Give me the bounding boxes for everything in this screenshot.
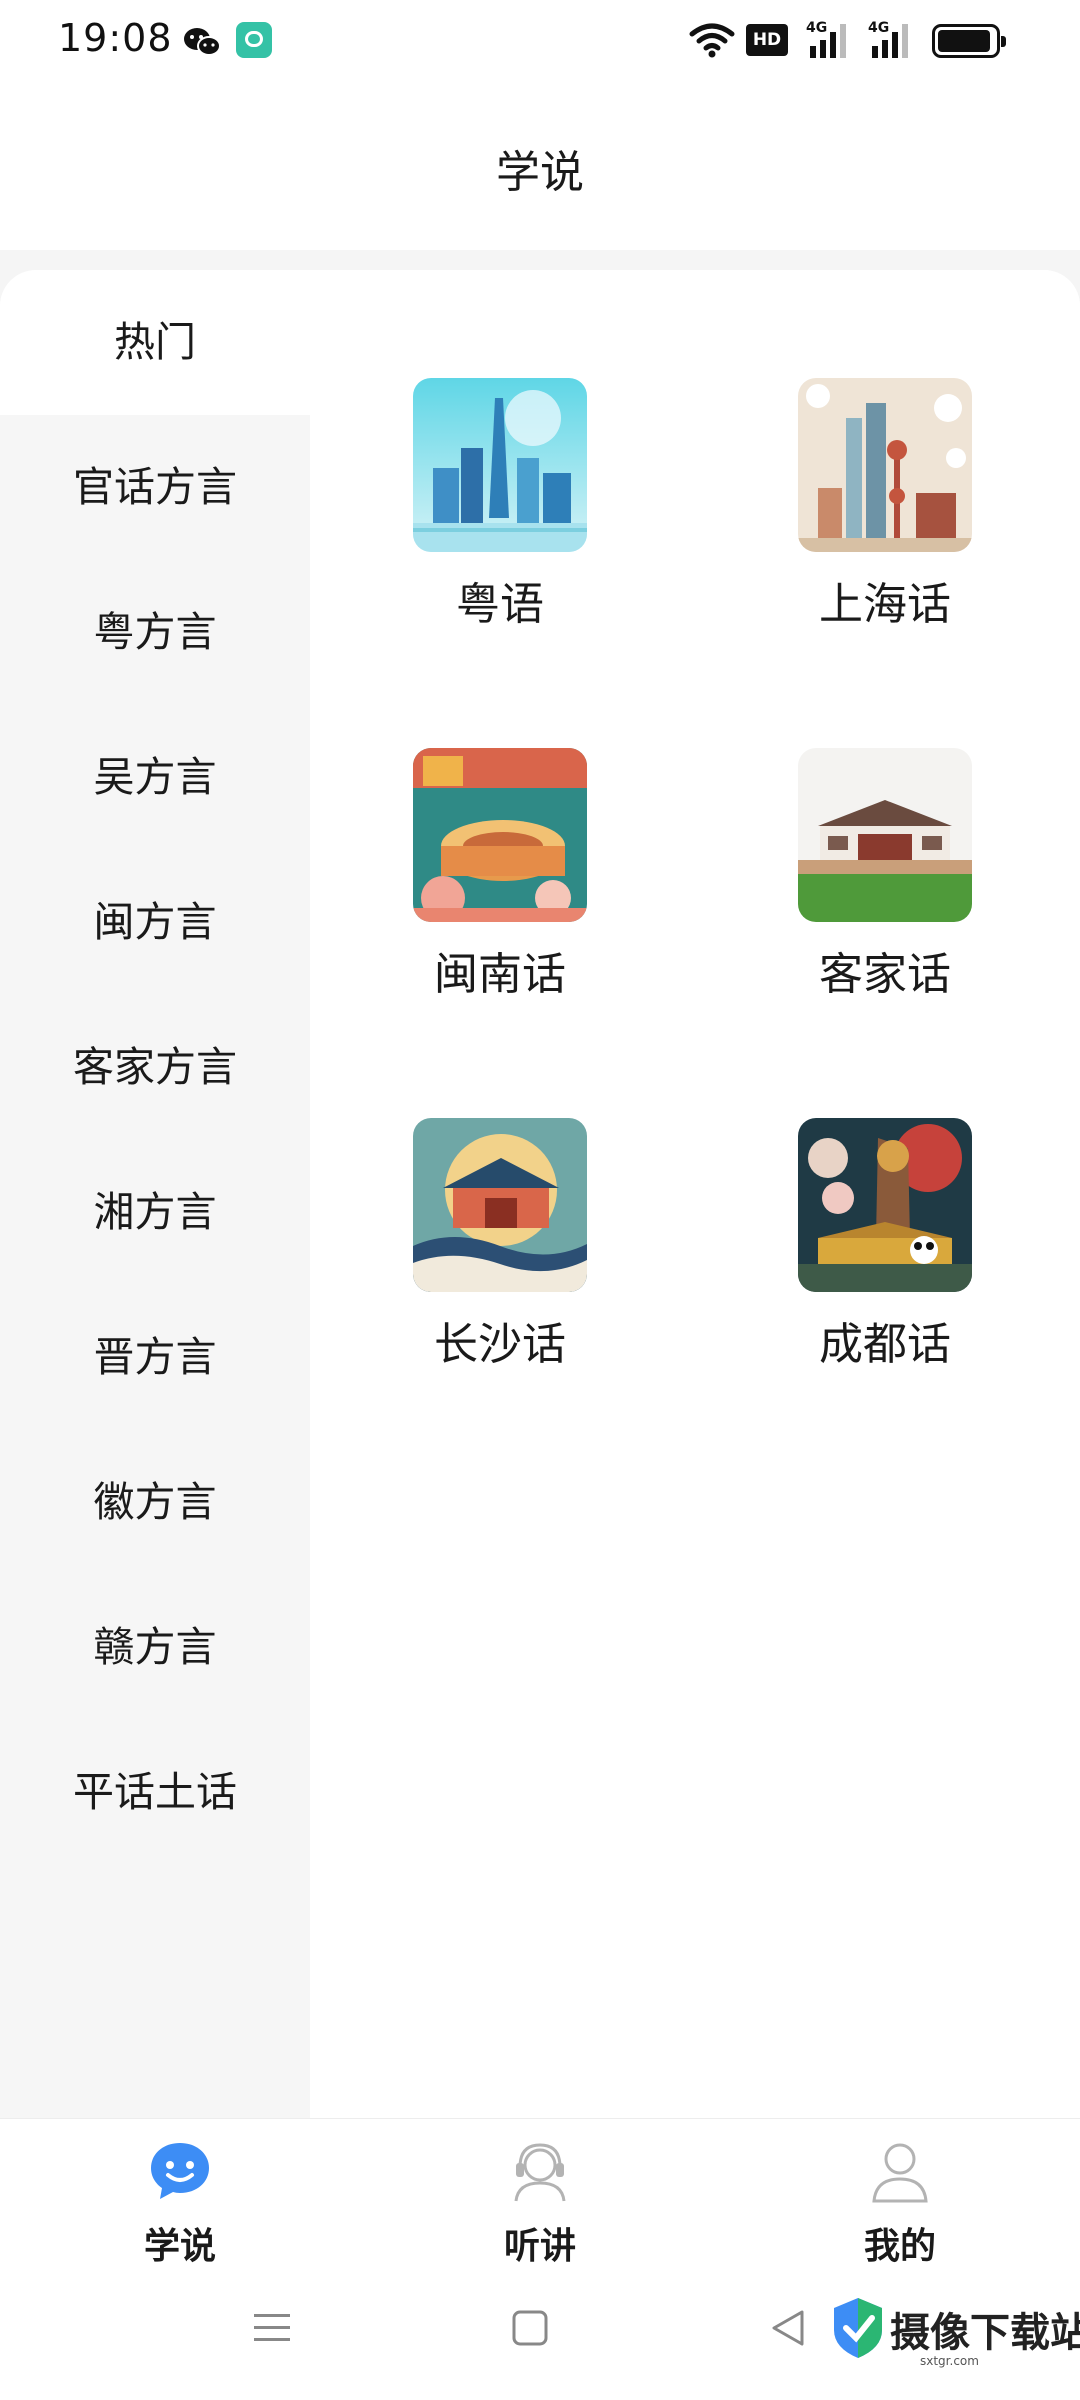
watermark-text: 摄像下载站 [890,2309,1080,2356]
wechat-icon [182,26,222,62]
dialect-label: 闽南话 [434,949,566,1000]
dialect-card-chengdu[interactable]: 成都话 [750,1118,990,1408]
status-time: 19:08 [58,16,173,60]
tab-label: 学说 [143,2226,216,2267]
dialect-card-cantonese[interactable]: 粤语 [365,378,605,668]
sidebar-item-mandarin[interactable]: 官话方言 [0,415,310,560]
back-icon[interactable] [768,2308,808,2352]
sidebar-item-pinghua[interactable]: 平话土话 [0,1720,310,1865]
sidebar-item-hui[interactable]: 徽方言 [0,1430,310,1575]
battery-icon [932,24,1006,58]
tab-mine[interactable]: 我的 [800,2139,1000,2269]
dialect-card-changsha[interactable]: 长沙话 [365,1118,605,1408]
tab-learn[interactable]: 学说 [80,2139,280,2269]
header: 学说 [0,84,1080,250]
changsha-pavilion-illustration [413,1118,587,1292]
status-bar: 19:08 HD 4G 4G [0,0,1080,84]
bottom-nav: 学说 听讲 我的 [0,2118,1080,2268]
wifi-icon [688,22,736,64]
dialect-card-hakka[interactable]: 客家话 [750,748,990,1038]
tab-label: 我的 [863,2226,936,2267]
sidebar-item-yue[interactable]: 粤方言 [0,560,310,705]
person-icon [868,2139,932,2203]
tulou-illustration [413,748,587,922]
sidebar-item-gan[interactable]: 赣方言 [0,1575,310,1720]
content-panel: 热门 官话方言 粤方言 吴方言 闽方言 客家方言 湘方言 晋方言 徽方言 赣方言… [0,270,1080,2118]
dialect-label: 粤语 [456,579,544,630]
sidebar-item-hakka[interactable]: 客家方言 [0,995,310,1140]
sichuan-opera-panda-illustration [798,1118,972,1292]
sidebar-item-jin[interactable]: 晋方言 [0,1285,310,1430]
sidebar-item-wu[interactable]: 吴方言 [0,705,310,850]
sidebar-item-min[interactable]: 闽方言 [0,850,310,995]
home-icon[interactable] [510,2308,550,2352]
chat-smile-icon [148,2139,212,2203]
menu-icon[interactable] [252,2308,292,2352]
category-sidebar[interactable]: 热门 官话方言 粤方言 吴方言 闽方言 客家方言 湘方言 晋方言 徽方言 赣方言… [0,270,310,2118]
sidebar-item-hot[interactable]: 热门 [0,270,310,415]
hd-icon: HD [746,24,788,56]
watermark-shield-icon [830,2296,886,2364]
sidebar-item-xiang[interactable]: 湘方言 [0,1140,310,1285]
page-title: 学说 [496,147,584,198]
tab-listen[interactable]: 听讲 [440,2139,640,2269]
dialect-card-minnan[interactable]: 闽南话 [365,748,605,1038]
dialect-label: 成都话 [819,1319,951,1370]
dialect-grid: 粤语 上海话 闽南话 客家话 长沙话 成都话 [310,270,1080,2118]
dialect-label: 上海话 [819,579,951,630]
dialect-label: 客家话 [819,949,951,1000]
app-notification-icon [236,22,272,58]
watermark-url: sxtgr.com [920,2354,979,2368]
guangzhou-tower-illustration [413,378,587,552]
headset-icon [508,2139,572,2203]
dialect-card-shanghainese[interactable]: 上海话 [750,378,990,668]
shanghai-skyline-illustration [798,378,972,552]
hakka-house-illustration [798,748,972,922]
dialect-label: 长沙话 [434,1319,566,1370]
tab-label: 听讲 [503,2226,576,2267]
